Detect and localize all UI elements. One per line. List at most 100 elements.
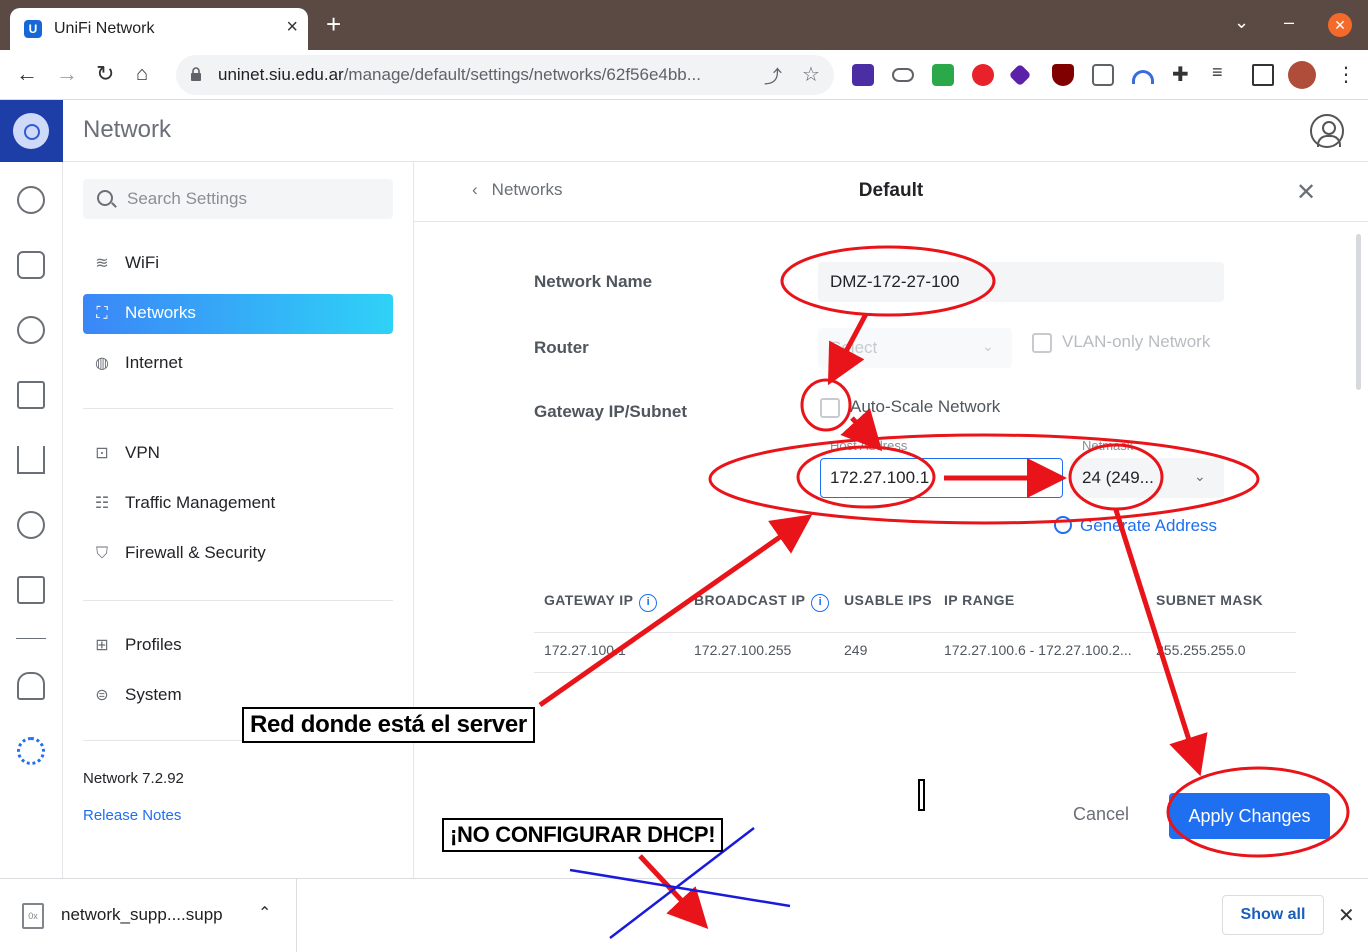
- profile-avatar[interactable]: [1288, 61, 1316, 89]
- extension-purple-icon[interactable]: [1008, 63, 1032, 87]
- table-divider: [534, 632, 1296, 633]
- sidebar-divider: [83, 408, 393, 409]
- bookmark-star-icon[interactable]: ☆: [802, 62, 820, 87]
- table-header-usable-ips: USABLE IPS: [844, 592, 933, 608]
- extension-green-icon[interactable]: [932, 64, 954, 86]
- router-label: Router: [534, 338, 589, 357]
- browser-tab-strip: U UniFi Network × + ⌄ – ✕: [0, 0, 1368, 50]
- search-input[interactable]: [127, 187, 377, 211]
- globe-icon: ◍: [95, 355, 109, 372]
- info-icon[interactable]: i: [811, 594, 830, 612]
- logs-icon[interactable]: [17, 576, 45, 604]
- sidebar-item-label: Internet: [125, 353, 183, 372]
- cell-ip-range: 172.27.100.6 - 172.27.100.2...: [944, 642, 1132, 658]
- media-queue-icon[interactable]: ≡: [1212, 62, 1223, 83]
- network-name-input[interactable]: [818, 262, 1224, 302]
- extension-cloud-icon[interactable]: [892, 68, 914, 82]
- netmask-value: 24 (249...: [1082, 468, 1154, 487]
- text-cursor-icon: [918, 779, 925, 811]
- settings-gear-icon[interactable]: [17, 737, 45, 765]
- host-address-label: Host Address: [830, 438, 908, 453]
- devices-icon[interactable]: [17, 316, 45, 344]
- chevron-down-icon: ⌄: [982, 338, 994, 354]
- search-icon: [97, 190, 113, 206]
- sidebar-item-vpn[interactable]: ⊡ VPN: [83, 434, 393, 474]
- sidebar-item-label: Profiles: [125, 635, 182, 654]
- insights-icon[interactable]: [17, 511, 45, 539]
- panel-scrollbar[interactable]: [1356, 234, 1361, 390]
- back-to-networks[interactable]: ‹ Networks: [472, 180, 563, 200]
- download-file-name[interactable]: network_supp....supp: [61, 905, 223, 925]
- tab-close-icon[interactable]: ×: [286, 16, 298, 39]
- cell-usable-ips: 249: [844, 642, 868, 658]
- search-settings[interactable]: [83, 179, 393, 219]
- dashboard-icon[interactable]: [17, 186, 45, 214]
- browser-toolbar: ← → ↻ ⌂ uninet.siu.edu.ar/manage/default…: [0, 50, 1368, 100]
- side-panel-icon[interactable]: [1252, 64, 1274, 86]
- table-header-subnet-mask: SUBNET MASK: [1156, 592, 1264, 608]
- header-label: BROADCAST IP: [694, 592, 806, 608]
- release-notes-link[interactable]: Release Notes: [83, 807, 181, 824]
- router-select[interactable]: Select ⌄: [818, 328, 1012, 368]
- traffic-icon: ☷: [94, 495, 110, 512]
- download-bar: 0x network_supp....supp ⌃ Show all ✕: [0, 878, 1368, 952]
- sidebar-item-label: VPN: [125, 443, 160, 462]
- table-divider: [534, 672, 1296, 673]
- header-label: GATEWAY IP: [544, 592, 634, 608]
- forward-arrow-icon[interactable]: →: [56, 62, 78, 86]
- new-tab-icon[interactable]: +: [326, 11, 341, 37]
- minimize-icon[interactable]: –: [1284, 12, 1294, 33]
- browser-tab[interactable]: U UniFi Network ×: [10, 8, 308, 50]
- topology-icon[interactable]: [17, 251, 45, 279]
- tab-title: UniFi Network: [54, 20, 155, 37]
- window-close-icon[interactable]: ✕: [1328, 13, 1352, 37]
- cancel-button[interactable]: Cancel: [1066, 794, 1136, 834]
- notifications-bell-icon[interactable]: [17, 672, 45, 700]
- file-icon: 0x: [22, 903, 44, 929]
- sidebar-item-label: Firewall & Security: [125, 543, 266, 562]
- vlan-only-label: VLAN-only Network: [1062, 332, 1211, 351]
- sidebar-item-traffic-management[interactable]: ☷ Traffic Management: [83, 484, 393, 524]
- puzzle-extensions-icon[interactable]: ✚: [1172, 62, 1189, 87]
- sidebar-item-firewall-security[interactable]: ⛉ Firewall & Security: [83, 534, 393, 574]
- app-header: Network: [0, 100, 1368, 162]
- statistics-icon[interactable]: [17, 446, 45, 474]
- apply-changes-button[interactable]: Apply Changes: [1169, 793, 1330, 839]
- reload-icon[interactable]: ↻: [96, 62, 114, 86]
- sidebar-item-networks[interactable]: ⛶ Networks: [83, 294, 393, 334]
- netmask-select[interactable]: 24 (249... ⌄: [1070, 458, 1224, 498]
- host-address-input[interactable]: [820, 458, 1063, 498]
- unifi-logo[interactable]: [0, 100, 63, 162]
- user-account-icon[interactable]: [1310, 114, 1344, 148]
- shield-icon: ⛉: [95, 545, 108, 562]
- main-icon-rail: [0, 162, 63, 878]
- home-icon[interactable]: ⌂: [136, 62, 148, 86]
- sidebar-item-internet[interactable]: ◍ Internet: [83, 344, 393, 384]
- browser-menu-icon[interactable]: ⋮: [1336, 62, 1356, 87]
- version-label: Network 7.2.92: [83, 770, 184, 787]
- network-topology-icon: ⛶: [96, 305, 108, 322]
- extension-arc-icon[interactable]: [1132, 70, 1154, 84]
- address-bar[interactable]: uninet.siu.edu.ar/manage/default/setting…: [176, 55, 834, 95]
- share-icon[interactable]: ⤴: [764, 63, 782, 89]
- back-arrow-icon[interactable]: ←: [16, 62, 38, 86]
- extension-tasks-icon[interactable]: [852, 64, 874, 86]
- ublock-icon[interactable]: [1052, 64, 1074, 86]
- download-divider: [296, 879, 297, 952]
- vlan-only-checkbox[interactable]: [1032, 333, 1052, 353]
- info-icon[interactable]: i: [639, 594, 658, 612]
- system-icon: ⊜: [95, 687, 109, 704]
- auto-scale-checkbox[interactable]: [820, 398, 840, 418]
- sidebar-item-profiles[interactable]: ⊞ Profiles: [83, 626, 393, 666]
- chevron-up-icon[interactable]: ⌃: [258, 903, 271, 923]
- extension-red-icon[interactable]: [972, 64, 994, 86]
- close-icon[interactable]: ✕: [1338, 903, 1355, 928]
- close-icon[interactable]: ✕: [1296, 178, 1316, 207]
- sidebar-item-label: System: [125, 685, 182, 704]
- extension-box-icon[interactable]: [1092, 64, 1114, 86]
- clients-icon[interactable]: [17, 381, 45, 409]
- generate-address-button[interactable]: Generate Address: [1054, 516, 1217, 536]
- sidebar-item-wifi[interactable]: ≋ WiFi: [83, 244, 393, 284]
- tab-search-chevron-icon[interactable]: ⌄: [1234, 12, 1249, 33]
- show-all-button[interactable]: Show all: [1222, 895, 1324, 935]
